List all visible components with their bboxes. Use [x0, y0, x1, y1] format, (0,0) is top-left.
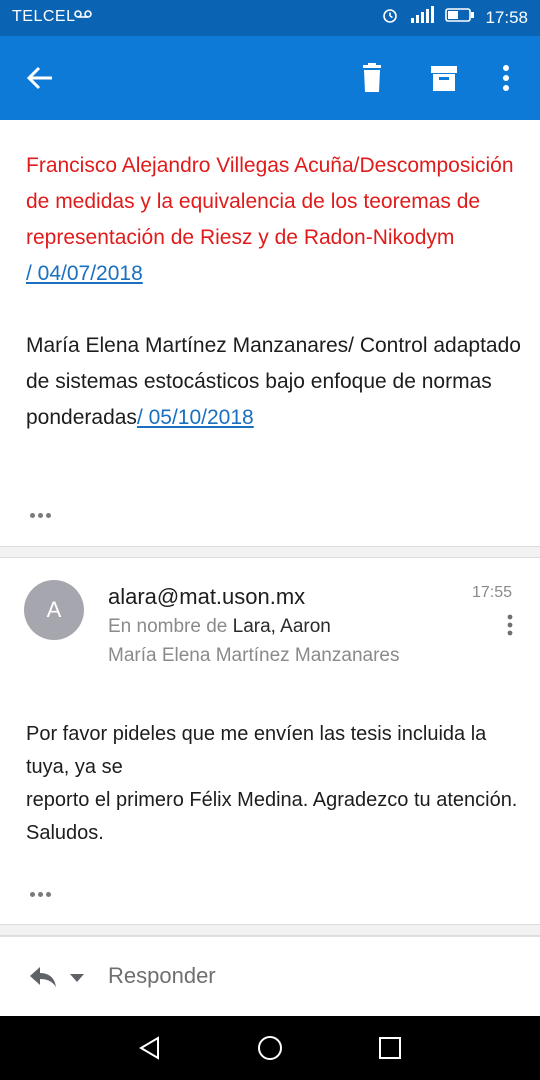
signal-icon [409, 6, 435, 29]
expand-quoted-button[interactable] [30, 505, 54, 518]
thesis-date-link-1[interactable]: / 04/07/2018 [26, 262, 143, 285]
reply-icon[interactable] [28, 961, 58, 991]
nav-back-icon[interactable] [136, 1034, 164, 1062]
avatar[interactable]: A [24, 580, 84, 640]
app-bar [0, 36, 540, 120]
message-body: Por favor pideles que me envíen las tesi… [26, 718, 526, 850]
on-behalf-prefix: En nombre de [108, 616, 228, 637]
sender-email[interactable]: alara@mat.uson.mx [108, 584, 305, 610]
reply-divider [0, 924, 540, 936]
carrier-name: TELCEL [12, 8, 76, 25]
message-body-quoted: Francisco Alejandro Villegas Acuña/Desco… [26, 148, 526, 436]
nav-home-icon[interactable] [256, 1034, 284, 1062]
alarm-icon [381, 6, 399, 29]
message-body-line-1: Por favor pideles que me envíen las tesi… [26, 723, 487, 778]
thesis-title-2: María Elena Martínez Manzanares/ Control… [26, 334, 521, 429]
archive-icon[interactable] [428, 62, 460, 94]
thesis-item-1: Francisco Alejandro Villegas Acuña/Desco… [26, 148, 526, 292]
on-behalf-name: Lara, Aaron [232, 616, 331, 637]
more-vert-icon[interactable] [494, 62, 518, 94]
message-more-icon[interactable] [500, 612, 520, 640]
expand-message-button[interactable] [30, 884, 54, 897]
message-time: 17:55 [472, 584, 513, 601]
message-divider [0, 546, 540, 558]
thesis-date-link-2[interactable]: / 05/10/2018 [137, 406, 254, 429]
system-nav-bar [0, 1016, 540, 1080]
message-body-line-2: reporto el primero Félix Medina. Agradez… [26, 789, 518, 844]
battery-icon [445, 7, 475, 28]
trash-icon[interactable] [356, 62, 388, 94]
status-time: 17:58 [485, 7, 528, 27]
recipient-name: María Elena Martínez Manzanares [108, 645, 400, 666]
voicemail-icon [74, 8, 92, 23]
chevron-down-icon[interactable] [68, 971, 86, 983]
reply-button[interactable]: Responder [108, 963, 216, 989]
thesis-item-2: María Elena Martínez Manzanares/ Control… [26, 328, 526, 436]
reply-bar: Responder [0, 936, 540, 1016]
thesis-title-1: Francisco Alejandro Villegas Acuña/Desco… [26, 154, 514, 249]
on-behalf-line: En nombre de Lara, Aaron [108, 616, 331, 638]
nav-recents-icon[interactable] [376, 1034, 404, 1062]
back-arrow-icon[interactable] [24, 62, 56, 94]
status-bar: TELCEL 17:58 [0, 0, 540, 36]
